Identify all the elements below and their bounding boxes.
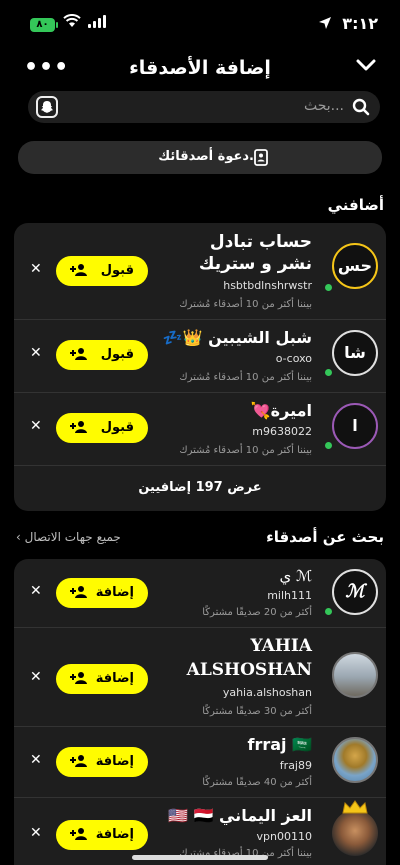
avatar[interactable] [332,737,378,783]
online-indicator [324,368,333,377]
friend-username: yahia.alshoshan [222,686,312,699]
dismiss-button[interactable]: ✕ [30,825,42,841]
accept-button[interactable]: قبول [56,413,148,443]
add-friend-icon [70,421,87,433]
avatar[interactable]: ا [332,403,378,449]
friend-name: اميرة💘 [250,401,312,420]
online-indicator [324,607,333,616]
chevron-left-icon: ‹ [16,530,21,544]
all-contacts-link[interactable]: ‹ جميع جهات الاتصال [16,530,121,544]
mutual-friends-text: بيننا أكثر من 10 أصدقاء مُشترك [179,299,312,310]
all-contacts-label: جميع جهات الاتصال [24,530,121,544]
add-friend-icon [70,264,87,276]
search-icon [352,98,370,116]
online-indicator [324,283,333,292]
add-label: إضافة [95,827,134,842]
friend-name: YAHIA ALSHOSHAN [186,636,312,680]
list-item[interactable]: ا اميرة💘 m9638022 بيننا أكثر من 10 أصدقا… [14,393,386,465]
status-time: ٣:١٢ [342,14,378,33]
friend-name: frraj 🇸🇦 [247,735,312,754]
friend-name: ℳ ي [279,567,312,585]
list-item[interactable]: frraj 🇸🇦 fraj89 أكثر من 40 صديقًا مشتركً… [14,727,386,797]
friend-username: o-coxo [275,352,312,365]
wifi-icon [63,14,81,27]
battery-indicator: ٨٠ [30,18,58,32]
friend-name: العز اليماني 🇺🇸 🇾🇪 [168,806,312,825]
add-button[interactable]: إضافة [56,578,148,608]
friend-name: حساب تبادل نشر و ستريك [198,232,312,274]
search-input[interactable]: بحث... [304,98,344,114]
dismiss-button[interactable]: ✕ [30,669,42,685]
added-me-card: حس حساب تبادل نشر و ستريك hsbtbdlnshrwst… [14,223,386,511]
page-title: إضافة الأصدقاء [129,57,271,79]
friend-name: شبل الشيبين 👑💤 [162,328,312,347]
mutual-friends-text: أكثر من 20 صديقًا مشتركًا [202,607,312,618]
accept-button[interactable]: قبول [56,256,148,286]
avatar[interactable]: حس [332,243,378,289]
chevron-down-icon[interactable] [356,58,376,72]
add-button[interactable]: إضافة [56,820,148,850]
accept-label: قبول [100,263,134,278]
list-item[interactable]: شا شبل الشيبين 👑💤 o-coxo بيننا أكثر من 1… [14,320,386,392]
add-friend-icon [70,672,87,684]
home-indicator [132,855,268,860]
add-friend-icon [70,828,87,840]
show-more-button[interactable]: عرض 197 إضافيين [14,480,386,495]
friend-username: hsbtbdlnshrwstr [223,279,312,292]
list-item[interactable]: ℳ ℳ ي milh111 أكثر من 20 صديقًا مشتركًا … [14,559,386,627]
accept-label: قبول [100,347,134,362]
friend-username: fraj89 [279,759,312,772]
dismiss-button[interactable]: ✕ [30,583,42,599]
add-button[interactable]: إضافة [56,747,148,777]
location-arrow-icon [319,17,331,29]
online-indicator [324,441,333,450]
dismiss-button[interactable]: ✕ [30,418,42,434]
dismiss-button[interactable]: ✕ [30,752,42,768]
dismiss-button[interactable]: ✕ [30,261,42,277]
mutual-friends-text: بيننا أكثر من 10 أصدقاء مُشترك [179,372,312,383]
list-item[interactable]: YAHIA ALSHOSHAN yahia.alshoshan أكثر من … [14,628,386,726]
crown-icon [342,800,368,814]
mutual-friends-text: أكثر من 40 صديقًا مشتركًا [202,777,312,788]
friend-username: milh111 [267,589,312,602]
contacts-book-icon [254,149,268,166]
status-bar: ٨٠ ٣:١٢ [0,0,400,48]
friend-username: m9638022 [252,425,312,438]
add-friend-icon [70,348,87,360]
add-label: إضافة [95,585,134,600]
accept-button[interactable]: قبول [56,340,148,370]
divider [14,465,386,466]
list-item[interactable]: حس حساب تبادل نشر و ستريك hsbtbdlnshrwst… [14,223,386,319]
dismiss-button[interactable]: ✕ [30,345,42,361]
avatar[interactable]: ℳ [332,569,378,615]
find-friends-title: بحث عن أصدقاء [266,528,384,546]
avatar[interactable]: شا [332,330,378,376]
added-me-title: أضافني [327,196,384,214]
accept-label: قبول [100,420,134,435]
avatar[interactable] [332,810,378,856]
search-bar[interactable]: بحث... [28,91,380,123]
add-label: إضافة [95,754,134,769]
avatar[interactable] [332,652,378,698]
mutual-friends-text: أكثر من 30 صديقًا مشتركًا [202,706,312,717]
add-friend-icon [70,755,87,767]
invite-label: دعوة أصدقائك. [158,149,254,164]
signal-icon [88,15,106,28]
friend-username: vpn00110 [256,830,312,843]
snapcode-icon[interactable] [36,96,58,118]
find-friends-card: ℳ ℳ ي milh111 أكثر من 20 صديقًا مشتركًا … [14,559,386,865]
add-friend-icon [70,586,87,598]
invite-friends-button[interactable]: دعوة أصدقائك. [18,141,382,174]
add-button[interactable]: إضافة [56,664,148,694]
add-label: إضافة [95,671,134,686]
mutual-friends-text: بيننا أكثر من 10 أصدقاء مُشترك [179,445,312,456]
